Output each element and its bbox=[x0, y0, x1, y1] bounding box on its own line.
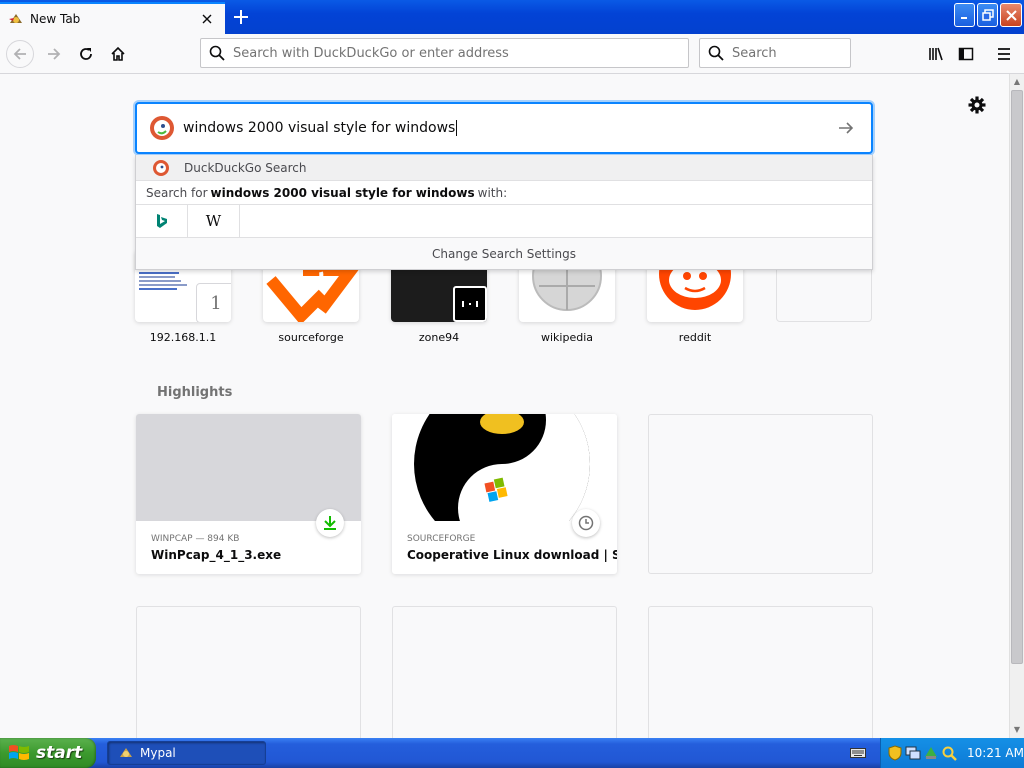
bing-engine-button[interactable] bbox=[136, 204, 188, 238]
address-bar-placeholder: Search with DuckDuckGo or enter address bbox=[233, 45, 509, 61]
search-go-arrow-icon[interactable] bbox=[833, 115, 859, 141]
bing-icon bbox=[156, 214, 167, 228]
clock-icon bbox=[572, 509, 600, 537]
hamburger-icon bbox=[998, 48, 1010, 60]
top-site-label: sourceforge bbox=[278, 331, 344, 344]
clock: 10:21 AM bbox=[967, 746, 1024, 760]
gear-icon[interactable] bbox=[966, 94, 988, 116]
reload-icon bbox=[80, 48, 92, 60]
suggestion-duckduckgo-search[interactable]: DuckDuckGo Search bbox=[136, 155, 872, 181]
card-title: Cooperative Linux download | S... bbox=[407, 548, 617, 562]
tile-number-badge: 1 bbox=[196, 283, 231, 322]
search-for-row: Search for windows 2000 visual style for… bbox=[136, 181, 872, 205]
search-bar[interactable]: Search bbox=[699, 38, 851, 68]
forward-button[interactable] bbox=[40, 40, 68, 68]
duckduckgo-logo-icon bbox=[150, 116, 174, 140]
search-icon bbox=[708, 45, 724, 61]
back-button[interactable] bbox=[6, 40, 34, 68]
card-title: WinPcap_4_1_3.exe bbox=[151, 548, 282, 562]
search-for-suffix: with: bbox=[477, 185, 508, 200]
duckduckgo-icon bbox=[153, 159, 169, 176]
search-for-query: windows 2000 visual style for windows bbox=[210, 185, 475, 200]
home-icon bbox=[111, 46, 125, 61]
keyboard-icon[interactable] bbox=[850, 746, 866, 760]
wikipedia-engine-button[interactable]: W bbox=[188, 204, 240, 238]
top-site-label: 192.168.1.1 bbox=[149, 331, 217, 344]
change-search-settings-button[interactable]: Change Search Settings bbox=[136, 238, 872, 269]
top-site-label: wikipedia bbox=[540, 331, 593, 344]
highlight-card-sourceforge[interactable]: SOURCEFORGE Cooperative Linux download |… bbox=[392, 414, 617, 574]
text-caret bbox=[456, 120, 458, 136]
cooperative-linux-logo-image bbox=[392, 414, 617, 521]
taskbar-window-label: Mypal bbox=[140, 746, 176, 760]
library-button[interactable] bbox=[922, 40, 950, 68]
mypal-favicon-icon bbox=[9, 14, 22, 23]
top-site-label: reddit bbox=[678, 331, 712, 344]
search-icon bbox=[209, 45, 225, 61]
windows-taskbar: start Mypal 10:21 AM bbox=[0, 738, 1024, 768]
highlight-placeholder bbox=[648, 414, 873, 574]
start-button[interactable]: start bbox=[0, 738, 96, 768]
back-arrow-icon bbox=[13, 48, 26, 60]
search-query-text: windows 2000 visual style for windows bbox=[183, 120, 456, 136]
network-icon[interactable] bbox=[905, 745, 921, 761]
start-label: start bbox=[36, 743, 83, 763]
search-bar-placeholder: Search bbox=[732, 45, 777, 61]
system-tray: 10:21 AM bbox=[880, 738, 1024, 768]
tab-strip: New Tab bbox=[0, 0, 1024, 34]
security-shield-icon[interactable] bbox=[887, 745, 903, 761]
download-icon bbox=[316, 509, 344, 537]
scroll-up-icon[interactable]: ▲ bbox=[1010, 74, 1024, 89]
windows-flag-icon bbox=[9, 745, 29, 760]
wikipedia-icon: W bbox=[205, 212, 222, 230]
sidebar-button[interactable] bbox=[952, 40, 980, 68]
tab-title: New Tab bbox=[30, 12, 81, 26]
highlight-card-winpcap[interactable]: WINPCAP — 894 KB WinPcap_4_1_3.exe bbox=[136, 414, 361, 574]
library-icon bbox=[929, 47, 943, 61]
change-search-settings-label: Change Search Settings bbox=[431, 246, 577, 261]
minimize-button[interactable] bbox=[954, 3, 975, 27]
search-tray-icon[interactable] bbox=[941, 745, 957, 761]
close-window-button[interactable] bbox=[1000, 3, 1022, 27]
card-source: SOURCEFORGE bbox=[407, 534, 476, 544]
safely-remove-hardware-icon[interactable] bbox=[923, 745, 939, 761]
scroll-down-icon[interactable]: ▼ bbox=[1010, 722, 1024, 737]
forward-arrow-icon bbox=[48, 48, 61, 60]
card-source: WINPCAP — 894 KB bbox=[151, 534, 240, 544]
sidebar-icon bbox=[958, 47, 974, 61]
suggestion-label: DuckDuckGo Search bbox=[184, 160, 307, 175]
tab-new-tab[interactable]: New Tab bbox=[0, 2, 225, 34]
top-site-label: zone94 bbox=[418, 331, 460, 344]
taskbar-window-mypal[interactable]: Mypal bbox=[107, 741, 266, 765]
reload-button[interactable] bbox=[72, 40, 100, 68]
search-for-prefix: Search for bbox=[146, 185, 208, 200]
restore-button[interactable] bbox=[977, 3, 998, 27]
search-suggestions-dropdown: DuckDuckGo Search Search for windows 200… bbox=[135, 155, 873, 270]
mypal-app-icon bbox=[120, 748, 132, 757]
zone94-logo-icon bbox=[453, 286, 487, 322]
home-button[interactable] bbox=[104, 40, 132, 68]
card-image-placeholder bbox=[136, 414, 361, 521]
scrollbar-thumb[interactable] bbox=[1011, 90, 1023, 664]
page-scrollbar[interactable]: ▲ ▼ bbox=[1009, 74, 1024, 738]
close-tab-icon[interactable] bbox=[197, 9, 217, 29]
page-search-input[interactable]: windows 2000 visual style for windows bbox=[135, 102, 873, 154]
hamburger-menu-button[interactable] bbox=[990, 40, 1018, 68]
router-page-thumbnail bbox=[139, 271, 195, 311]
one-off-engines: W bbox=[136, 204, 872, 238]
new-tab-button[interactable] bbox=[228, 4, 254, 30]
address-bar[interactable]: Search with DuckDuckGo or enter address bbox=[200, 38, 689, 68]
highlights-title: Highlights bbox=[157, 385, 233, 400]
